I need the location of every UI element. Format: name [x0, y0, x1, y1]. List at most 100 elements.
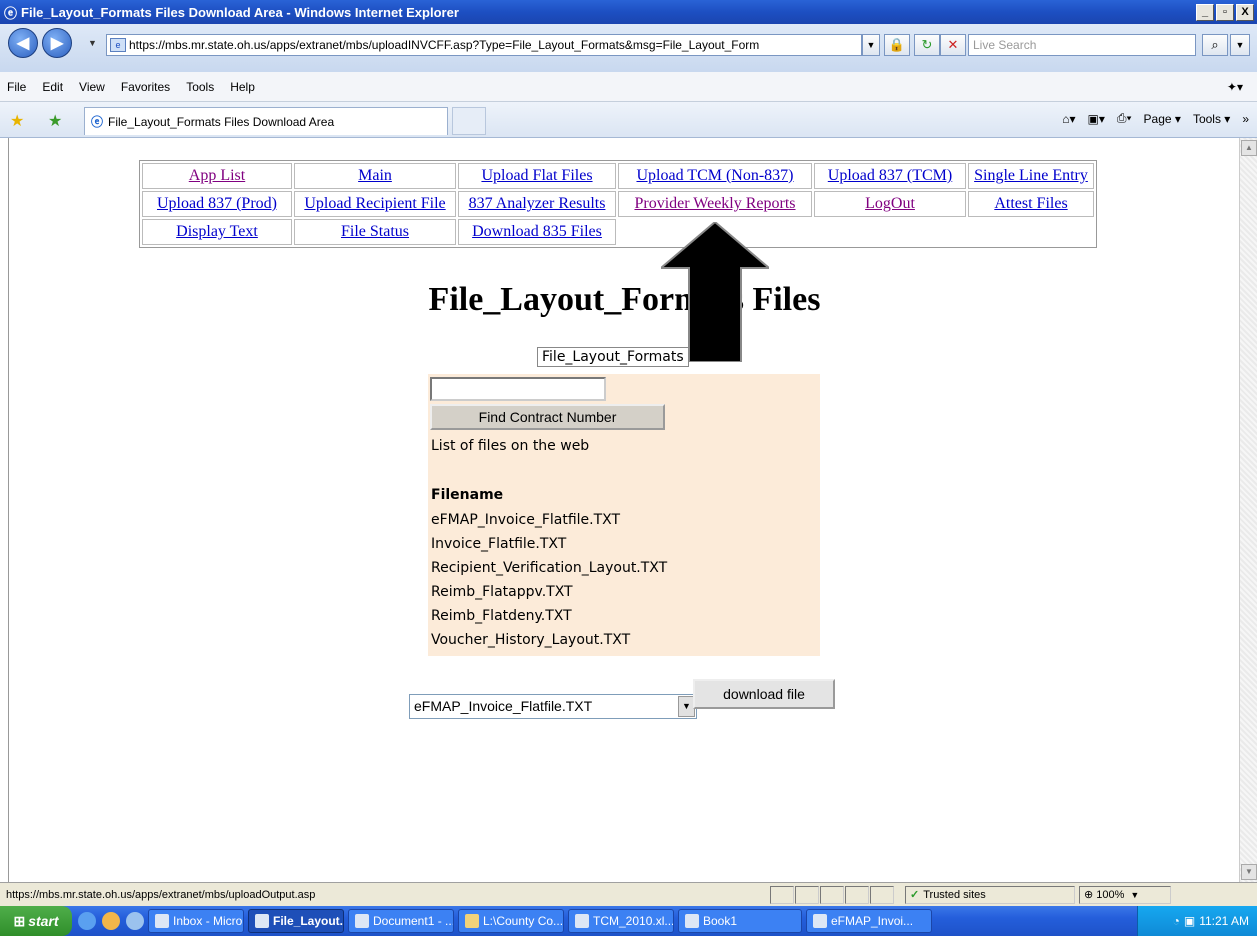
task-label: Book1: [703, 914, 738, 928]
forward-arrow-icon: ▶: [50, 35, 64, 52]
tab-title: File_Layout_Formats Files Download Area: [108, 114, 335, 129]
task-county-folder[interactable]: L:\County Co...: [458, 909, 564, 933]
forward-button[interactable]: ▶: [42, 28, 72, 58]
nav-upload-recipient-file[interactable]: Upload Recipient File: [304, 195, 445, 212]
outlook-icon: [155, 914, 169, 928]
nav-provider-weekly-reports[interactable]: Provider Weekly Reports: [634, 195, 795, 212]
excel-icon: [575, 914, 589, 928]
annotation-arrow: [661, 222, 769, 362]
security-zone[interactable]: ✓ Trusted sites: [905, 885, 1075, 904]
address-dropdown-button[interactable]: ▼: [862, 34, 880, 56]
clock[interactable]: 11:21 AM: [1199, 914, 1249, 928]
start-label: start: [28, 913, 59, 929]
nav-upload-837-prod[interactable]: Upload 837 (Prod): [157, 195, 277, 212]
task-book1[interactable]: Book1: [678, 909, 802, 933]
contract-number-input[interactable]: [430, 377, 606, 401]
system-tray: ◔ ▣ 11:21 AM: [1137, 906, 1257, 936]
address-input[interactable]: e https://mbs.mr.state.oh.us/apps/extran…: [106, 34, 862, 56]
command-bar: ⌂▾ ▣▾ ⎙▾ Page ▾ Tools ▾ »: [1062, 111, 1249, 126]
checkmark-icon: ✓: [910, 889, 920, 901]
task-file-layout[interactable]: File_Layout...: [248, 909, 344, 933]
quicklaunch-ie-icon[interactable]: [78, 912, 96, 930]
quicklaunch-desktop-icon[interactable]: [126, 912, 144, 930]
nav-single-line-entry[interactable]: Single Line Entry: [974, 167, 1088, 184]
download-file-button[interactable]: download file: [693, 679, 835, 709]
print-icon[interactable]: ⎙▾: [1117, 111, 1132, 126]
page-viewport: App List Main Upload Flat Files Upload T…: [8, 138, 1239, 882]
stop-button[interactable]: ✕: [940, 34, 966, 56]
vertical-scrollbar[interactable]: ▲ ▼: [1239, 138, 1257, 882]
address-bar-area: ◀ ▶ ▼ e https://mbs.mr.state.oh.us/apps/…: [0, 24, 1257, 72]
search-icon: ⌕: [1211, 37, 1219, 52]
menu-help[interactable]: Help: [230, 80, 255, 94]
file-list-item: Invoice_Flatfile.TXT: [431, 536, 567, 552]
task-efmap-invoice[interactable]: eFMAP_Invoi...: [806, 909, 932, 933]
new-tab-button[interactable]: [452, 107, 486, 135]
back-button[interactable]: ◀: [8, 28, 38, 58]
menu-favorites[interactable]: Favorites: [121, 80, 170, 94]
chevron-right-icon[interactable]: »: [1242, 112, 1249, 126]
search-button[interactable]: ⌕: [1202, 34, 1228, 56]
home-icon[interactable]: ⌂▾: [1062, 112, 1075, 126]
favorites-star-icon[interactable]: ★: [10, 111, 24, 131]
notepad-icon: [813, 914, 827, 928]
file-list-item: eFMAP_Invoice_Flatfile.TXT: [431, 512, 621, 528]
zoom-control[interactable]: ⊕ 100% ▼: [1079, 885, 1171, 904]
status-cell: [795, 885, 819, 904]
area-label: File_Layout_Formats: [537, 347, 689, 367]
quicklaunch-outlook-icon[interactable]: [102, 912, 120, 930]
tray-icon[interactable]: ▣: [1184, 914, 1195, 928]
task-inbox[interactable]: Inbox - Micro...: [148, 909, 244, 933]
nav-download-835-files[interactable]: Download 835 Files: [472, 223, 602, 240]
live-search-input[interactable]: Live Search: [968, 34, 1196, 56]
refresh-button[interactable]: ↻: [914, 34, 940, 56]
add-favorites-icon[interactable]: ★: [48, 111, 62, 131]
menu-file[interactable]: File: [7, 80, 26, 94]
page-menu[interactable]: Page ▾: [1144, 112, 1181, 126]
nav-attest-files[interactable]: Attest Files: [994, 195, 1067, 212]
start-button[interactable]: ⊞ start: [0, 906, 72, 936]
menu-view[interactable]: View: [79, 80, 105, 94]
menu-tools[interactable]: Tools: [186, 80, 214, 94]
nav-837-analyzer-results[interactable]: 837 Analyzer Results: [469, 195, 606, 212]
nav-main[interactable]: Main: [358, 167, 392, 184]
maximize-button[interactable]: ▫: [1216, 3, 1234, 21]
window-titlebar[interactable]: ⓔ File_Layout_Formats Files Download Are…: [0, 0, 1257, 24]
file-select[interactable]: eFMAP_Invoice_Flatfile.TXT ▼: [409, 694, 697, 719]
feeds-icon[interactable]: ▣▾: [1088, 112, 1105, 126]
windows-logo-icon: ⊞: [13, 912, 26, 929]
nav-upload-837-tcm[interactable]: Upload 837 (TCM): [828, 167, 952, 184]
close-button[interactable]: X: [1236, 3, 1254, 21]
task-label: TCM_2010.xl...: [593, 914, 674, 928]
scroll-down-icon[interactable]: ▼: [1241, 864, 1257, 880]
browser-tab[interactable]: ⓔ File_Layout_Formats Files Download Are…: [84, 107, 448, 135]
security-lock-button[interactable]: 🔒: [884, 34, 910, 56]
find-contract-button[interactable]: Find Contract Number: [430, 404, 665, 430]
files-panel: Find Contract Number List of files on th…: [428, 374, 820, 656]
task-tcm-2010[interactable]: TCM_2010.xl...: [568, 909, 674, 933]
nav-display-text[interactable]: Display Text: [176, 223, 258, 240]
menu-edit[interactable]: Edit: [42, 80, 63, 94]
scroll-up-icon[interactable]: ▲: [1241, 140, 1257, 156]
nav-logout[interactable]: LogOut: [865, 195, 915, 212]
file-select-value: eFMAP_Invoice_Flatfile.TXT: [414, 698, 593, 714]
search-options-button[interactable]: ▼: [1230, 34, 1250, 56]
zoom-icon: ⊕: [1084, 889, 1094, 901]
tools-menu[interactable]: Tools ▾: [1193, 112, 1230, 126]
task-document1[interactable]: Document1 - ...: [348, 909, 454, 933]
nav-upload-tcm-non-837[interactable]: Upload TCM (Non-837): [636, 167, 793, 184]
status-cell: [870, 885, 894, 904]
nav-app-list[interactable]: App List: [189, 167, 245, 184]
lock-icon: 🔒: [888, 37, 906, 52]
minimize-button[interactable]: _: [1196, 3, 1214, 21]
excel-icon: [685, 914, 699, 928]
tray-icon[interactable]: ◔: [1173, 914, 1180, 928]
file-list-item: Reimb_Flatdeny.TXT: [431, 608, 572, 624]
history-dropdown-icon[interactable]: ▼: [88, 38, 97, 48]
status-url: https://mbs.mr.state.oh.us/apps/extranet…: [6, 888, 316, 901]
task-label: L:\County Co...: [483, 914, 564, 928]
nav-upload-flat-files[interactable]: Upload Flat Files: [481, 167, 592, 184]
windows-taskbar: ⊞ start Inbox - Micro... File_Layout... …: [0, 906, 1257, 936]
translate-icon[interactable]: ✦▾: [1227, 80, 1243, 94]
nav-file-status[interactable]: File Status: [341, 223, 409, 240]
